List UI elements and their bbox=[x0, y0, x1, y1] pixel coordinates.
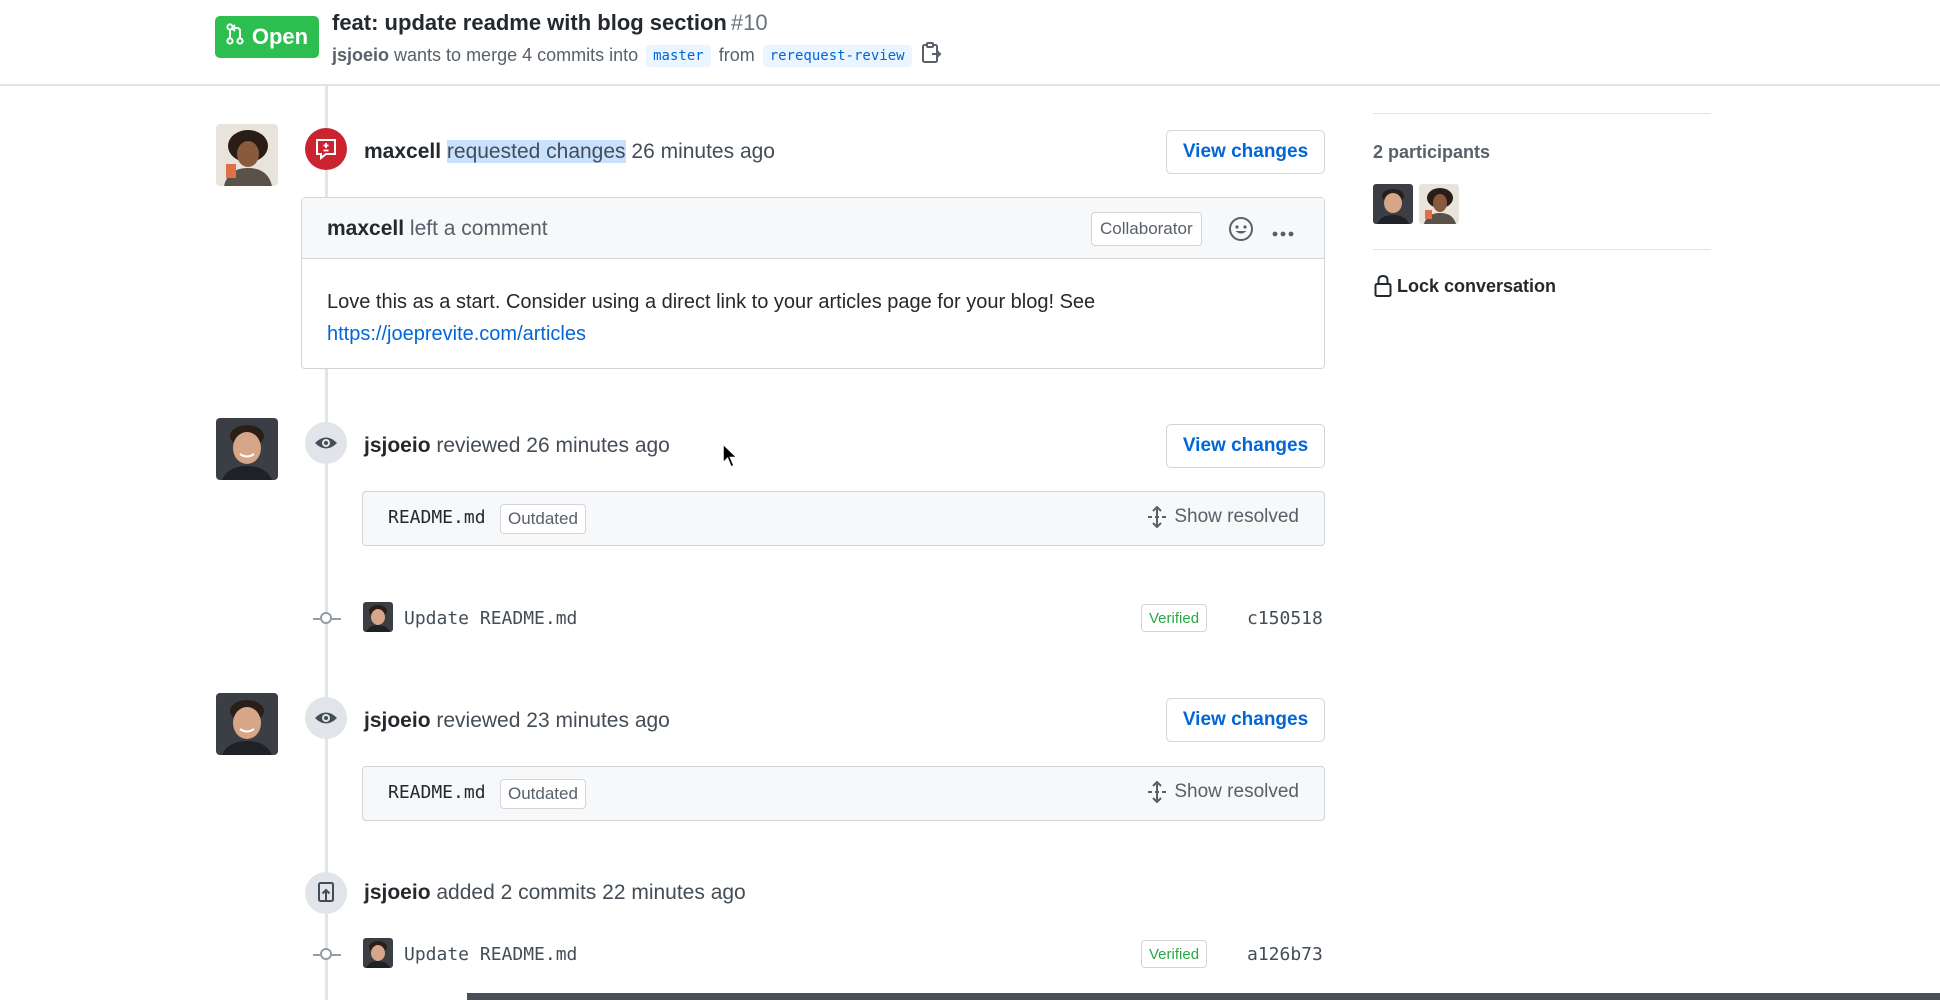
show-resolved-label: Show resolved bbox=[1174, 506, 1299, 527]
file-name[interactable]: README.md bbox=[388, 782, 486, 803]
review-author[interactable]: jsjoeio bbox=[364, 434, 431, 457]
comment-body: Love this as a start. Consider using a d… bbox=[327, 286, 1095, 350]
comment-action: left a comment bbox=[409, 217, 548, 240]
review-action: reviewed bbox=[436, 434, 521, 457]
commit-message[interactable]: Update README.md bbox=[404, 944, 577, 965]
eye-icon bbox=[305, 697, 347, 739]
lock-icon bbox=[1374, 274, 1392, 297]
file-name[interactable]: README.md bbox=[388, 507, 486, 528]
event-author[interactable]: jsjoeio bbox=[364, 881, 431, 904]
commit-avatar[interactable] bbox=[363, 602, 393, 632]
commit-avatar[interactable] bbox=[363, 938, 393, 968]
view-changes-button[interactable]: View changes bbox=[1166, 130, 1325, 174]
kebab-menu-icon[interactable] bbox=[1271, 222, 1295, 246]
review-action: reviewed bbox=[436, 709, 521, 732]
review-file-box: README.md Outdated Show resolved bbox=[362, 766, 1325, 821]
comment-text: Love this as a start. Consider using a d… bbox=[327, 291, 1096, 313]
collaborator-label: Collaborator bbox=[1091, 212, 1202, 246]
view-changes-button[interactable]: View changes bbox=[1166, 424, 1325, 468]
mouse-cursor-icon bbox=[722, 442, 740, 475]
from-text: from bbox=[718, 45, 755, 65]
review-time[interactable]: 26 minutes ago bbox=[526, 434, 670, 457]
review-event-header: jsjoeio reviewed 26 minutes ago bbox=[364, 434, 670, 458]
git-commit-icon bbox=[320, 948, 332, 960]
eye-icon bbox=[305, 422, 347, 464]
avatar[interactable] bbox=[216, 418, 278, 480]
review-author[interactable]: jsjoeio bbox=[364, 709, 431, 732]
pr-sticky-header: Open feat: update readme with blog secti… bbox=[0, 0, 1940, 86]
comment-header: maxcell left a comment Collaborator bbox=[302, 198, 1324, 259]
view-changes-button[interactable]: View changes bbox=[1166, 698, 1325, 742]
review-comment: maxcell left a comment Collaborator Love… bbox=[301, 197, 1325, 369]
commits-added-header: jsjoeio added 2 commits 22 minutes ago bbox=[364, 881, 746, 905]
git-commit-icon bbox=[320, 612, 332, 624]
event-time[interactable]: 22 minutes ago bbox=[602, 881, 746, 904]
pr-state-badge: Open bbox=[215, 16, 319, 58]
lock-conversation-link[interactable]: Lock conversation bbox=[1373, 274, 1556, 298]
request-changes-icon bbox=[305, 128, 347, 170]
comment-link[interactable]: https://joeprevite.com/articles bbox=[327, 323, 586, 345]
outdated-label: Outdated bbox=[500, 504, 586, 534]
pr-state-label: Open bbox=[251, 24, 309, 49]
lock-conversation-label: Lock conversation bbox=[1397, 275, 1557, 296]
bottom-bar bbox=[467, 993, 1940, 1000]
avatar[interactable] bbox=[216, 124, 278, 186]
review-event-header: maxcell requested changes 26 minutes ago bbox=[364, 140, 775, 164]
copy-branch-icon[interactable] bbox=[920, 41, 942, 70]
participants-title: 2 participants bbox=[1373, 142, 1491, 162]
participant-avatar[interactable] bbox=[1373, 184, 1413, 224]
pr-title: feat: update readme with blog section #10 bbox=[332, 10, 768, 36]
review-action: requested changes bbox=[446, 140, 626, 163]
show-resolved-button[interactable]: Show resolved bbox=[1146, 506, 1299, 528]
pull-request-icon bbox=[226, 23, 244, 51]
review-time[interactable]: 26 minutes ago bbox=[631, 140, 775, 163]
participant-avatar[interactable] bbox=[1419, 184, 1459, 224]
pr-merge-info: jsjoeio wants to merge 4 commits into ma… bbox=[332, 41, 942, 70]
base-branch[interactable]: master bbox=[646, 44, 711, 67]
review-time[interactable]: 23 minutes ago bbox=[526, 709, 670, 732]
review-author[interactable]: maxcell bbox=[364, 140, 441, 163]
pr-author[interactable]: jsjoeio bbox=[332, 45, 389, 65]
review-file-box: README.md Outdated Show resolved bbox=[362, 491, 1325, 546]
unfold-icon bbox=[1148, 781, 1167, 803]
comment-author[interactable]: maxcell bbox=[327, 217, 404, 240]
commit-sha[interactable]: a126b73 bbox=[1247, 944, 1323, 965]
verified-badge[interactable]: Verified bbox=[1141, 940, 1208, 968]
pr-number: #10 bbox=[730, 10, 768, 35]
unfold-icon bbox=[1148, 506, 1167, 528]
show-resolved-button[interactable]: Show resolved bbox=[1146, 781, 1299, 803]
sidebar-divider bbox=[1373, 249, 1711, 250]
merge-text: wants to merge 4 commits into bbox=[394, 45, 639, 65]
head-branch[interactable]: rerequest-review bbox=[762, 44, 912, 67]
avatar[interactable] bbox=[216, 693, 278, 755]
pr-title-text: feat: update readme with blog section bbox=[332, 10, 727, 35]
commit-message[interactable]: Update README.md bbox=[404, 608, 577, 629]
verified-badge[interactable]: Verified bbox=[1141, 604, 1208, 632]
repo-push-icon bbox=[305, 872, 347, 914]
outdated-label: Outdated bbox=[500, 779, 586, 809]
sidebar-divider bbox=[1373, 113, 1711, 114]
commit-sha[interactable]: c150518 bbox=[1247, 608, 1323, 629]
review-event-header: jsjoeio reviewed 23 minutes ago bbox=[364, 709, 670, 733]
event-action: added 2 commits bbox=[436, 881, 597, 904]
smiley-icon[interactable] bbox=[1228, 216, 1254, 248]
comment-title: maxcell left a comment bbox=[327, 217, 548, 241]
show-resolved-label: Show resolved bbox=[1174, 781, 1299, 802]
